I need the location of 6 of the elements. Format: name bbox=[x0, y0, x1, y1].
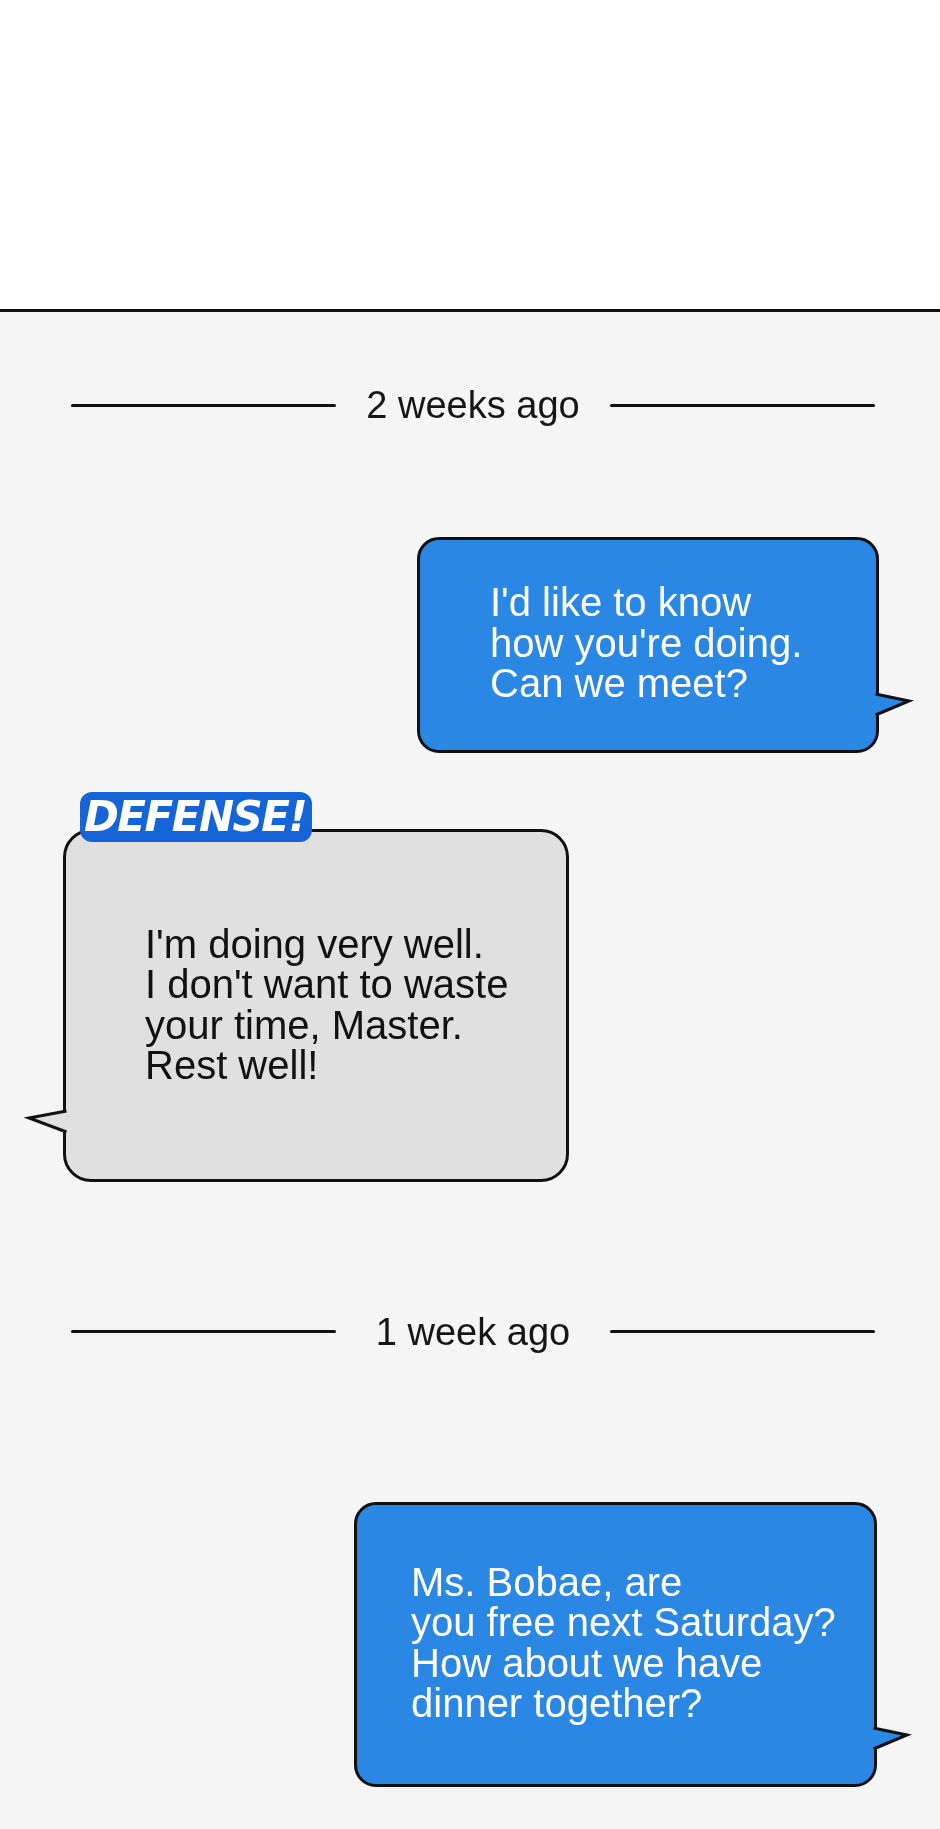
sound-effect-label: DEFENSE! bbox=[80, 791, 313, 842]
message-text: Ms. Bobae, are you free next Saturday? How about we have dinner together? bbox=[411, 1561, 837, 1724]
message-text: I'm doing very well. I don't want to waste your time, Master. Rest well! bbox=[145, 923, 510, 1086]
message-text: I'd like to know how you're doing. Can we meet? bbox=[490, 582, 804, 704]
date-label: 2 weeks ago bbox=[365, 385, 581, 425]
date-label: 1 week ago bbox=[374, 1311, 572, 1352]
